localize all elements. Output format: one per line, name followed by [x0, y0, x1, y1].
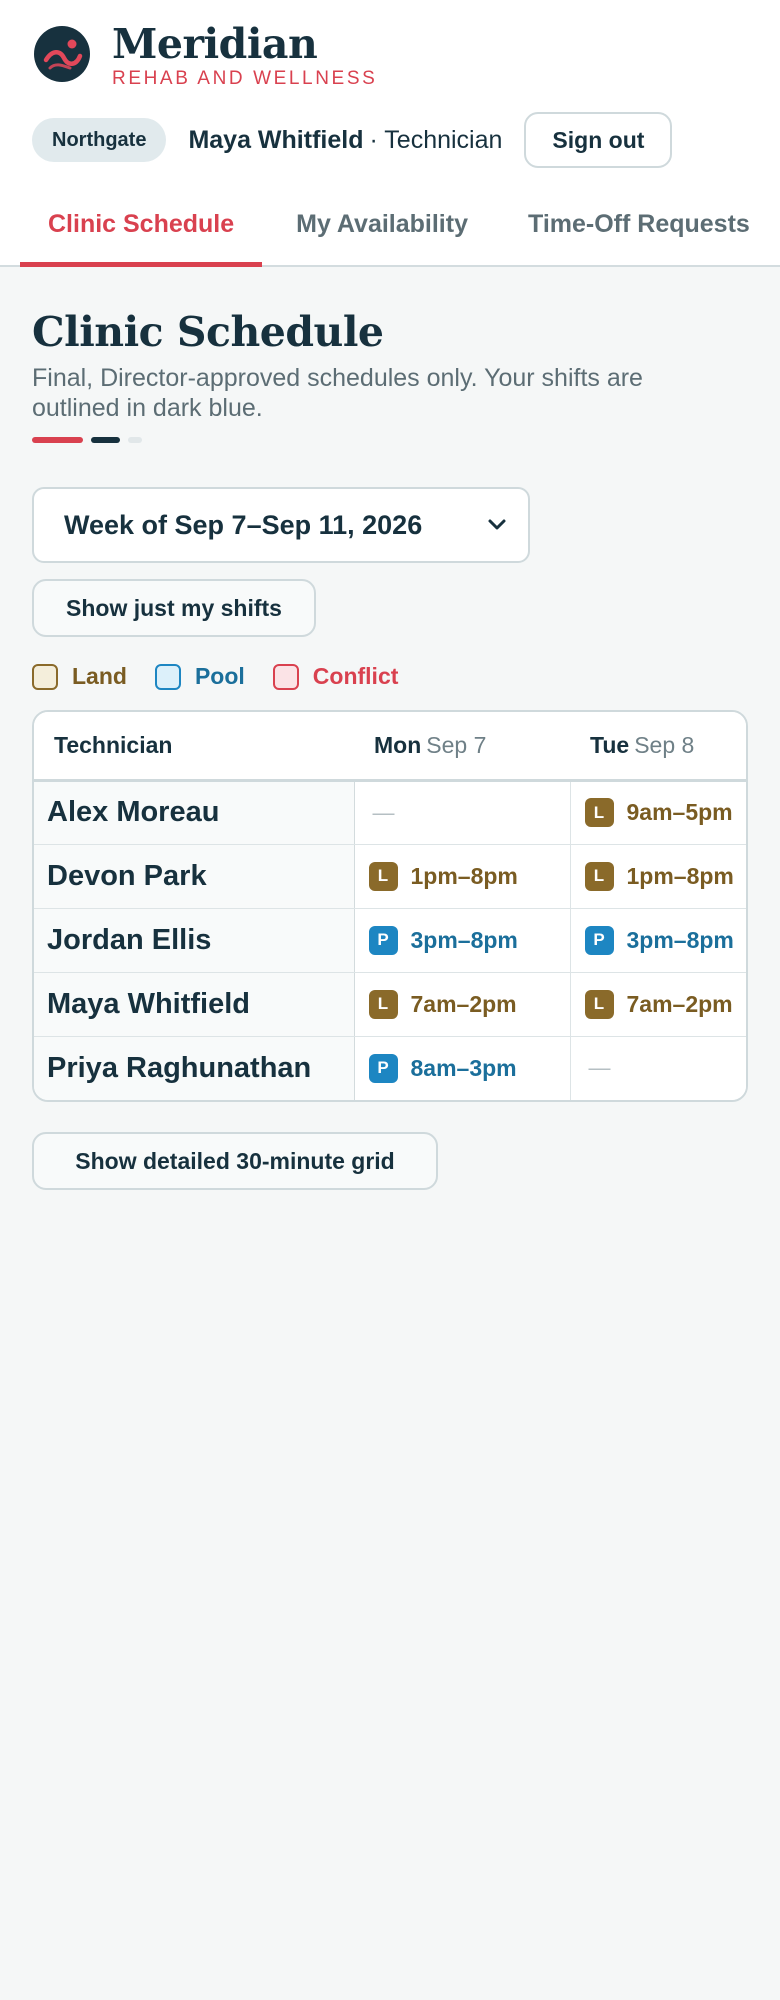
technician-name: Devon Park	[34, 844, 355, 909]
page-description: Final, Director-approved schedules only.…	[32, 364, 643, 422]
land-shift-icon: L	[584, 861, 614, 891]
shift-chip-land: L 1pm–8pm	[368, 861, 518, 891]
technician-name: Priya Raghunathan	[34, 1036, 355, 1100]
legend-label-pool: Pool	[194, 663, 245, 689]
shift-cell[interactable]: P 3pm–8pm	[353, 908, 570, 973]
pool-shift-icon: P	[584, 925, 614, 955]
sign-out-button[interactable]: Sign out	[524, 112, 673, 168]
conflict-swatch-icon	[272, 663, 299, 690]
shift-chip-land: L 7am–2pm	[584, 989, 733, 1019]
table-row: Priya Raghunathan P 8am–3pm —	[34, 1036, 746, 1100]
title-accent	[32, 437, 748, 443]
shift-chip-pool: P 3pm–8pm	[368, 925, 518, 955]
technician-name: Maya Whitfield	[34, 972, 355, 1037]
shift-chip-pool: P 3pm–8pm	[584, 925, 734, 955]
shift-time: 3pm–8pm	[410, 926, 518, 953]
main-content: Clinic Schedule Final, Director-approved…	[0, 267, 780, 1190]
shift-time: 1pm–8pm	[626, 862, 734, 889]
land-shift-icon: L	[368, 989, 398, 1019]
week-select[interactable]: Week of Sep 7–Sep 11, 2026	[32, 487, 530, 563]
main-tabs: Clinic Schedule My Availability Time-Off…	[20, 196, 778, 267]
app-header: Meridian REHAB AND WELLNESS Northgate Ma…	[0, 0, 780, 267]
tab-my-availability[interactable]: My Availability	[262, 196, 496, 267]
shift-time: 9am–5pm	[626, 799, 733, 825]
week-select-value: Week of Sep 7–Sep 11, 2026	[64, 509, 423, 540]
schedule-table-wrapper[interactable]: Technician Mon Sep 7 Tue Sep 8 Alex Moreau…	[32, 710, 748, 1102]
shift-cell[interactable]: L 9am–5pm	[569, 780, 746, 845]
header-day-name: Tue	[590, 731, 630, 758]
legend-item-pool: Pool	[154, 663, 245, 690]
schedule-table: Technician Mon Sep 7 Tue Sep 8 Alex Moreau…	[34, 712, 746, 1100]
shift-cell[interactable]: P 3pm–8pm	[569, 908, 746, 973]
location-badge: Northgate	[32, 118, 167, 162]
header-day-tue: Tue Sep 8	[570, 712, 746, 782]
shift-legend: Land Pool Conflict	[32, 663, 748, 690]
shift-cell[interactable]: L 7am–2pm	[353, 972, 570, 1037]
show-my-shifts-button[interactable]: Show just my shifts	[32, 579, 316, 637]
land-shift-icon: L	[368, 861, 398, 891]
header-day-date: Sep 8	[634, 731, 695, 758]
tab-time-off-requests[interactable]: Time-Off Requests	[496, 196, 778, 267]
accent-bar-navy	[91, 437, 120, 443]
shift-cell: —	[353, 780, 570, 845]
shift-time: 8am–3pm	[410, 1054, 517, 1081]
tab-clinic-schedule[interactable]: Clinic Schedule	[20, 196, 263, 267]
shift-time: 3pm–8pm	[626, 926, 734, 953]
table-row: Alex Moreau — L 9am–5pm	[34, 780, 746, 845]
legend-item-conflict: Conflict	[272, 663, 399, 690]
shift-time: 1pm–8pm	[410, 862, 518, 889]
shift-cell[interactable]: L 7am–2pm	[569, 972, 746, 1037]
pool-swatch-icon	[154, 663, 181, 690]
shift-cell[interactable]: L 1pm–8pm	[569, 844, 746, 909]
page-title: Clinic Schedule	[32, 308, 384, 356]
shift-time: 7am–2pm	[626, 990, 733, 1017]
chevron-down-icon	[486, 514, 508, 536]
user-bar: Northgate Maya Whitfield · Technician Si…	[32, 112, 673, 168]
schedule-header-row: Technician Mon Sep 7 Tue Sep 8	[34, 712, 746, 782]
brand-subtitle: REHAB AND WELLNESS	[112, 68, 378, 89]
shift-chip-land: L 9am–5pm	[584, 798, 733, 827]
land-swatch-icon	[32, 663, 58, 690]
legend-label-conflict: Conflict	[312, 663, 399, 689]
pool-shift-icon: P	[368, 925, 398, 955]
user-role: · Technician	[369, 125, 503, 154]
accent-bar-red	[32, 437, 83, 443]
table-row: Maya Whitfield L 7am–2pm L 7am–2pm	[34, 972, 746, 1037]
shift-cell: —	[569, 1036, 746, 1100]
header-day-mon: Mon Sep 7	[354, 712, 570, 782]
accent-bar-grey	[128, 437, 142, 443]
brand-name: Meridian	[112, 20, 318, 68]
brand[interactable]: Meridian REHAB AND WELLNESS	[34, 22, 377, 90]
land-shift-icon: L	[584, 798, 614, 827]
technician-name: Alex Moreau	[34, 780, 355, 845]
header-technician: Technician	[34, 712, 354, 782]
land-shift-icon: L	[584, 989, 614, 1019]
table-row: Devon Park L 1pm–8pm L 1pm–8pm	[34, 844, 746, 909]
schedule-body: Alex Moreau — L 9am–5pm Devon Park L 1pm–8pm L 1…	[34, 780, 746, 1100]
show-detailed-grid-button[interactable]: Show detailed 30-minute grid	[32, 1132, 438, 1190]
table-row: Jordan Ellis P 3pm–8pm P 3pm–8pm	[34, 908, 746, 973]
shift-time: 7am–2pm	[410, 990, 517, 1017]
shift-cell[interactable]: L 1pm–8pm	[353, 844, 570, 909]
legend-item-land: Land	[32, 663, 127, 690]
pool-shift-icon: P	[368, 1053, 398, 1083]
header-day-name: Mon	[374, 731, 422, 758]
wave-logo-icon	[34, 26, 90, 82]
header-day-date: Sep 7	[426, 731, 487, 758]
shift-chip-pool: P 8am–3pm	[368, 1053, 517, 1083]
shift-cell[interactable]: P 8am–3pm	[353, 1036, 570, 1100]
no-shift-mark: —	[372, 799, 395, 825]
shift-chip-land: L 7am–2pm	[368, 989, 517, 1019]
technician-name: Jordan Ellis	[34, 908, 355, 973]
shift-chip-land: L 1pm–8pm	[584, 861, 734, 891]
legend-label-land: Land	[72, 663, 127, 689]
no-shift-mark: —	[588, 1055, 611, 1081]
user-name: Maya Whitfield	[188, 125, 364, 154]
